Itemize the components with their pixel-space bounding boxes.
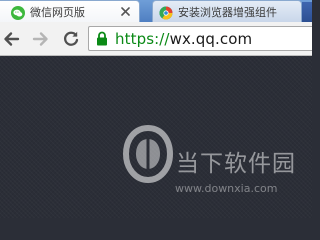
watermark-url: www.downxia.com [175, 182, 278, 195]
tab-title: 微信网页版 [30, 5, 85, 19]
url-host: wx.qq.com [169, 29, 253, 48]
reload-button[interactable] [60, 28, 82, 50]
address-bar[interactable]: https://wx.qq.com [88, 26, 312, 51]
reload-icon [64, 31, 79, 46]
page-content: 当下软件园 www.downxia.com [0, 56, 312, 218]
forward-arrow-icon [32, 32, 48, 46]
forward-button[interactable] [30, 28, 52, 50]
watermark-brand: 当下软件园 [176, 151, 296, 177]
wechat-icon [11, 5, 25, 20]
browser-logo-icon [159, 5, 173, 20]
url-scheme: https:// [115, 29, 170, 48]
browser-window: 微信网页版 安装浏览器增强组件 https://wx.qq.com 当下软件园 … [0, 0, 312, 218]
tab-strip-edge [302, 2, 312, 22]
tab-title: 安装浏览器增强组件 [178, 5, 277, 19]
back-arrow-icon [4, 32, 20, 46]
close-tab-icon[interactable] [119, 6, 131, 18]
lock-icon[interactable] [96, 31, 110, 47]
tab-wechat[interactable]: 微信网页版 [0, 0, 140, 22]
tab-strip: 微信网页版 安装浏览器增强组件 [0, 0, 312, 22]
toolbar: https://wx.qq.com [0, 22, 312, 56]
url-text: https://wx.qq.com [115, 30, 252, 48]
back-button[interactable] [0, 28, 22, 50]
tab-install-component[interactable]: 安装浏览器增强组件 [152, 0, 302, 22]
watermark-logo-icon [123, 125, 173, 183]
